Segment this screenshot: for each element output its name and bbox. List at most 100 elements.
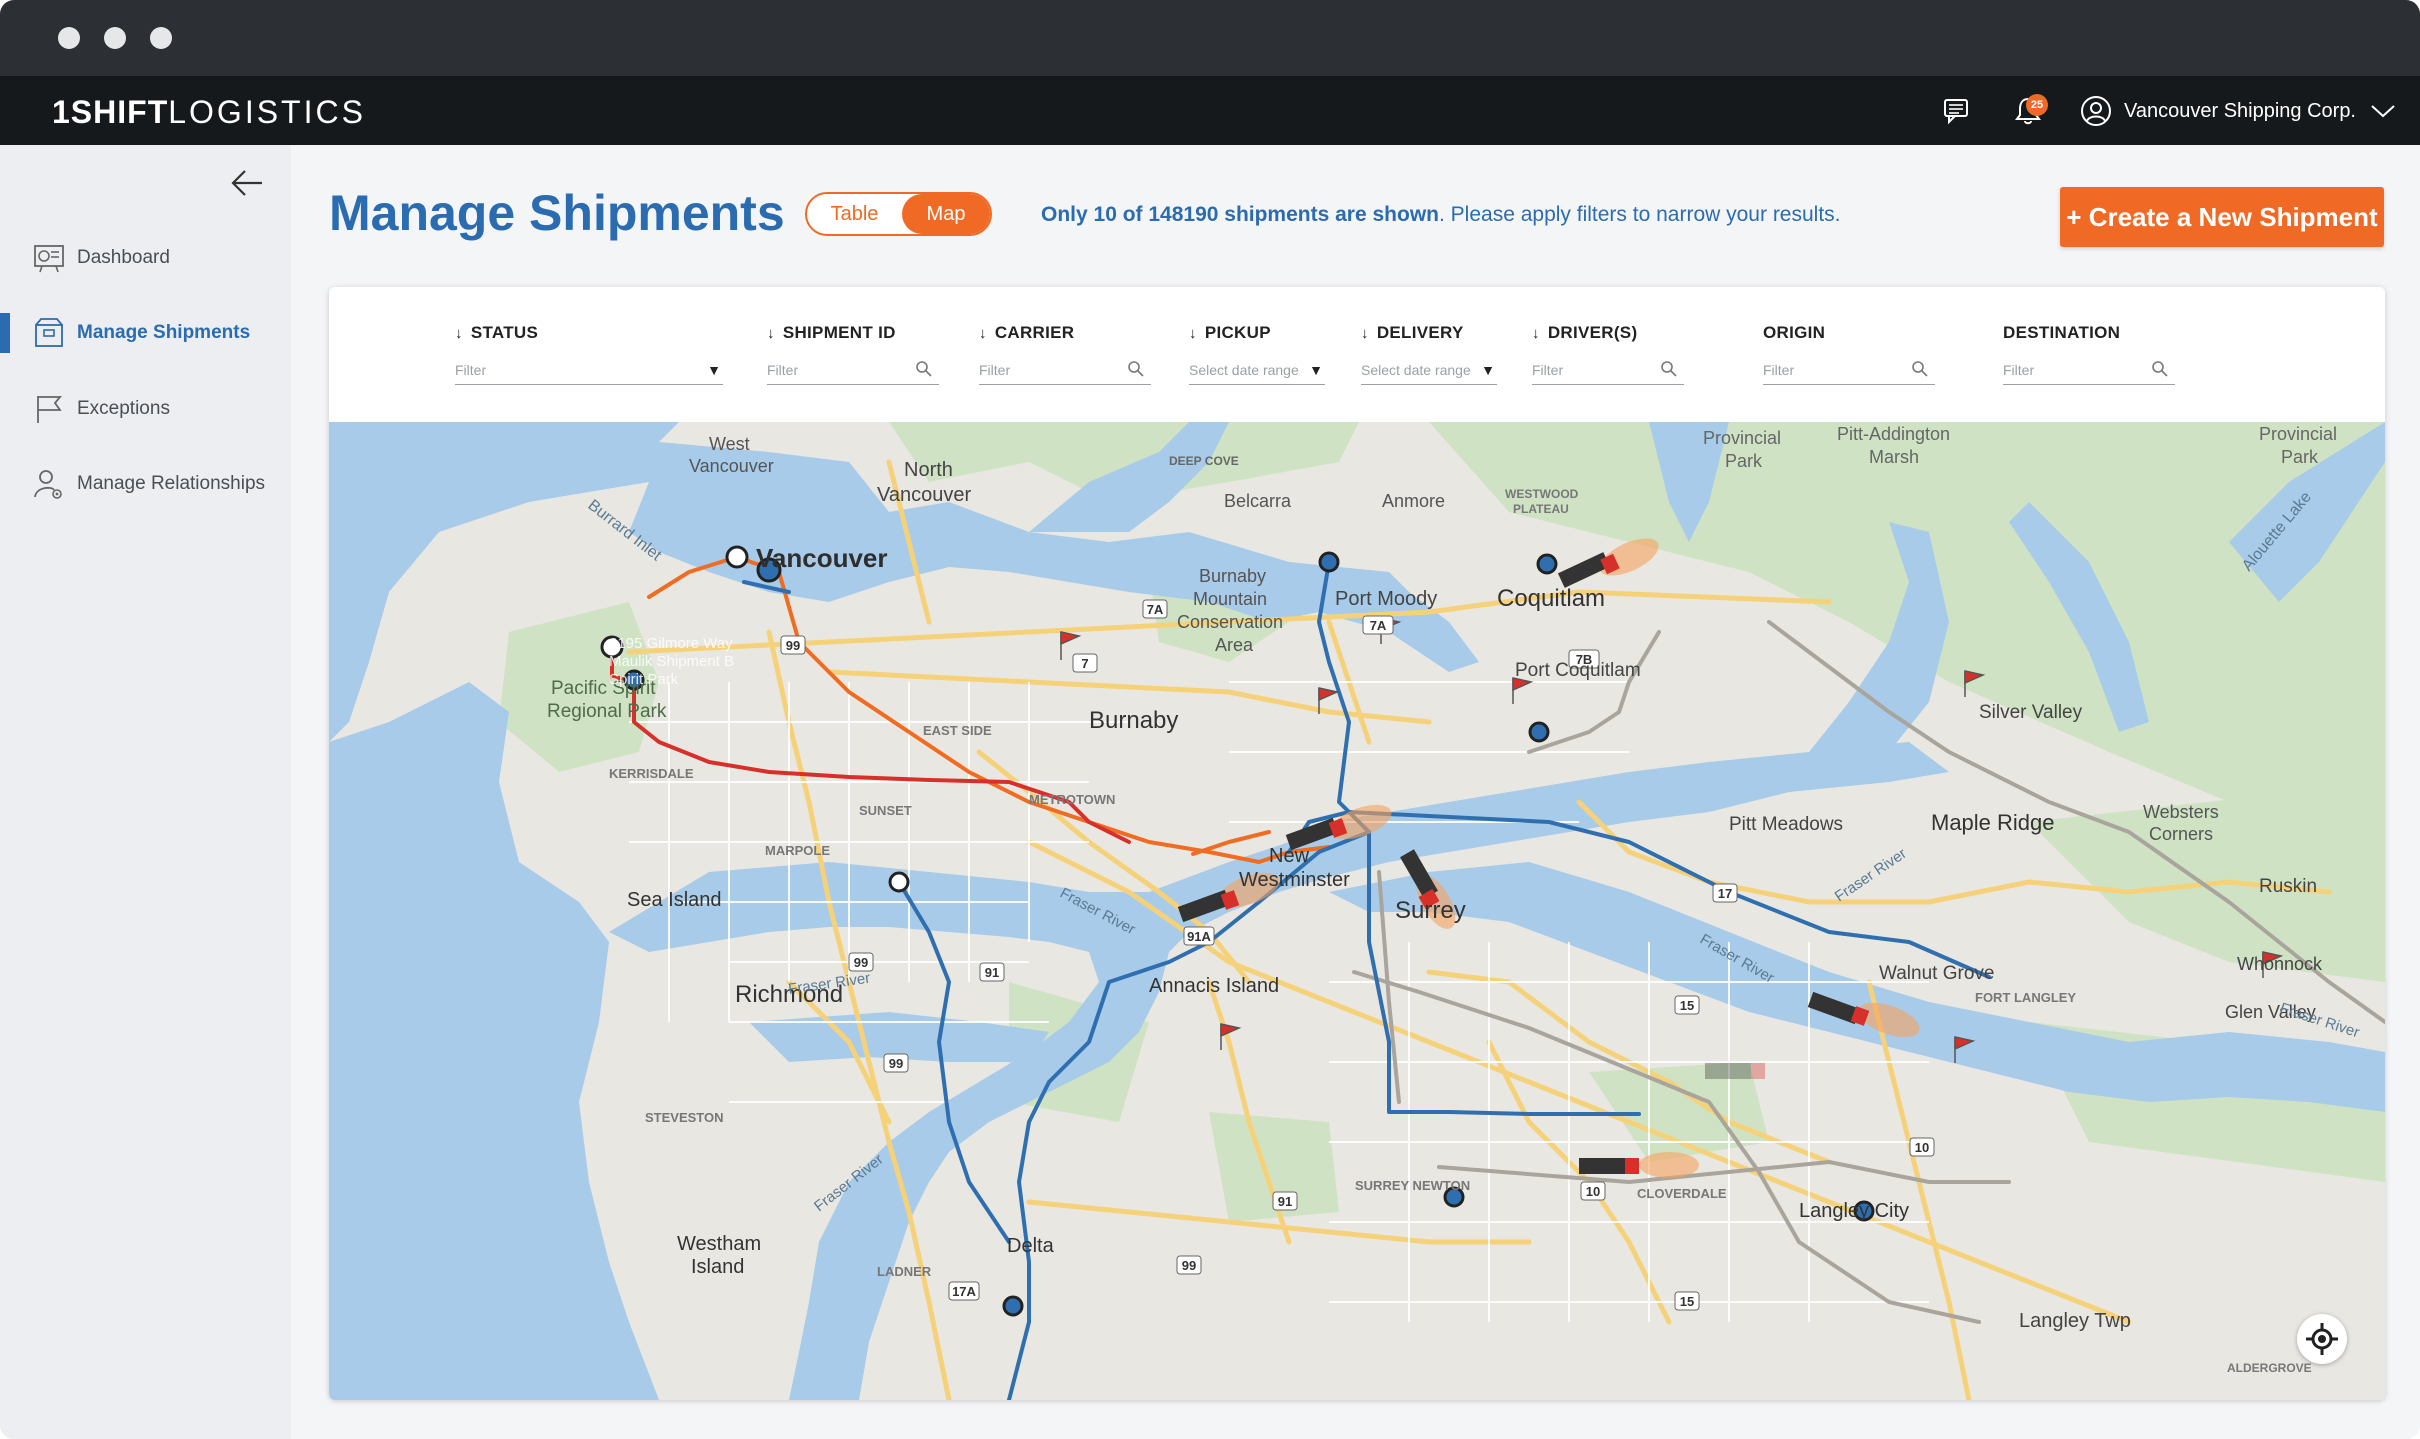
filter-destination: DESTINATION Filter	[2003, 323, 2175, 385]
sidebar-item-label: Exceptions	[77, 398, 170, 419]
label-langley-city: Langley City	[1799, 1200, 1909, 1222]
truck-marker-faded[interactable]	[1705, 1063, 1765, 1079]
search-icon	[2152, 361, 2168, 377]
label-sea-island: Sea Island	[627, 889, 722, 911]
app-logo[interactable]: 1SHIFTLOGISTICS	[52, 94, 366, 131]
status-filter-select[interactable]: Filter ▼	[455, 357, 723, 385]
highway-shield: 17	[1712, 883, 1738, 903]
chevron-down-icon[interactable]	[2370, 103, 2396, 119]
column-header-delivery[interactable]: ↓ DELIVERY	[1361, 323, 1464, 343]
highway-shield: 17A	[948, 1281, 980, 1301]
label-port-coquitlam: Port Coquitlam	[1515, 660, 1641, 681]
highway-shield: 91	[1272, 1191, 1298, 1211]
window-minimize-dot[interactable]	[104, 27, 126, 49]
svg-text:91: 91	[1278, 1194, 1292, 1209]
svg-text:99: 99	[889, 1056, 903, 1071]
label-west-vancouver-2: Vancouver	[689, 456, 774, 476]
window-close-dot[interactable]	[58, 27, 80, 49]
svg-text:7A: 7A	[1147, 602, 1164, 617]
label-port-moody: Port Moody	[1335, 588, 1437, 610]
label-marpole: MARPOLE	[765, 843, 830, 858]
sidebar-item-manage-relationships[interactable]: Manage Relationships	[0, 460, 291, 508]
app-window: 1SHIFTLOGISTICS Vancouver Shipping Corp.…	[0, 0, 2420, 1439]
highway-shield: 15	[1674, 1291, 1700, 1311]
notification-count-badge: 25	[2026, 94, 2048, 116]
column-header-status[interactable]: ↓ STATUS	[455, 323, 538, 343]
svg-text:99: 99	[854, 955, 868, 970]
account-name: Vancouver Shipping Corp.	[2124, 99, 2356, 122]
shipment-id-filter-input[interactable]: Filter	[767, 357, 939, 385]
column-header-destination[interactable]: DESTINATION	[2003, 323, 2120, 343]
pickup-date-range[interactable]: Select date range ▼	[1189, 357, 1325, 385]
highway-shield: 7	[1072, 653, 1098, 673]
destination-stop-marker[interactable]	[1318, 551, 1340, 573]
sidebar-item-exceptions[interactable]: Exceptions	[0, 385, 291, 433]
destination-filter-input[interactable]: Filter	[2003, 357, 2175, 385]
column-header-drivers[interactable]: ↓ DRIVER(S)	[1532, 323, 1637, 343]
highway-shield: 91	[979, 962, 1005, 982]
shipments-card: ↓ STATUS Filter ▼ ↓ SHIPMENT ID Filter ↓ CAR…	[329, 287, 2385, 1400]
results-notice-bold: Only 10 of 148190 shipments are shown	[1041, 203, 1439, 226]
label-maple-ridge: Maple Ridge	[1931, 810, 2055, 835]
page-title: Manage Shipments	[329, 185, 785, 241]
user-gear-icon	[34, 470, 62, 499]
origin-stop-marker[interactable]	[725, 545, 749, 569]
svg-text:99: 99	[786, 638, 800, 653]
column-header-pickup[interactable]: ↓ PICKUP	[1189, 323, 1271, 343]
map-canvas: 7A 7 99 91A 91 99 99 17A 99 91 10 15 15 …	[329, 422, 2385, 1400]
search-icon	[1128, 361, 1144, 377]
account-menu[interactable]: Vancouver Shipping Corp.	[2080, 93, 2408, 129]
locate-me-button[interactable]	[2297, 1314, 2347, 1364]
column-header-origin[interactable]: ORIGIN	[1763, 323, 1825, 343]
search-icon	[1912, 361, 1928, 377]
flag-icon	[37, 396, 62, 423]
svg-text:91: 91	[985, 965, 999, 980]
label-surrey-newton: SURREY NEWTON	[1355, 1178, 1470, 1193]
destination-stop-marker[interactable]	[1528, 721, 1550, 743]
filter-status: ↓ STATUS Filter ▼	[455, 323, 723, 385]
destination-stop-marker[interactable]	[1536, 553, 1558, 575]
label-burnaby: Burnaby	[1089, 707, 1178, 734]
carrier-filter-input[interactable]: Filter	[979, 357, 1151, 385]
shipments-map[interactable]: 7A 7 99 91A 91 99 99 17A 99 91 10 15 15 …	[329, 422, 2385, 1400]
sidebar-item-manage-shipments[interactable]: Manage Shipments	[0, 309, 291, 357]
toggle-table-option[interactable]: Table	[807, 194, 902, 234]
label-kerrisdale: KERRISDALE	[609, 766, 694, 781]
highway-shield: 10	[1909, 1137, 1935, 1157]
dashboard-icon	[34, 245, 64, 273]
svg-text:91A: 91A	[1187, 929, 1211, 944]
highway-shield: 7A	[1142, 599, 1168, 619]
label-langley-twp: Langley Twp	[2019, 1310, 2131, 1332]
destination-stop-marker[interactable]	[1002, 1295, 1024, 1317]
messages-icon[interactable]	[1937, 92, 1975, 130]
origin-stop-marker[interactable]	[888, 871, 910, 893]
collapse-sidebar-arrow-icon[interactable]	[230, 165, 266, 201]
label-silver-valley: Silver Valley	[1979, 702, 2083, 723]
view-toggle: Table Map	[805, 192, 992, 236]
window-maximize-dot[interactable]	[150, 27, 172, 49]
label-vancouver: Vancouver	[756, 543, 888, 573]
create-shipment-button[interactable]: + Create a New Shipment	[2060, 187, 2384, 247]
svg-text:15: 15	[1680, 1294, 1694, 1309]
label-annacis: Annacis Island	[1149, 975, 1279, 997]
active-indicator	[0, 313, 10, 353]
label-steveston: STEVESTON	[645, 1110, 724, 1125]
caret-down-icon: ▼	[707, 362, 721, 378]
filter-bar: ↓ STATUS Filter ▼ ↓ SHIPMENT ID Filter ↓ CAR…	[329, 287, 2385, 422]
highway-shield: 15	[1674, 995, 1700, 1015]
sidebar-item-dashboard[interactable]: Dashboard	[0, 234, 291, 282]
delivery-date-range[interactable]: Select date range ▼	[1361, 357, 1497, 385]
svg-text:15: 15	[1680, 998, 1694, 1013]
toggle-map-option[interactable]: Map	[902, 194, 990, 234]
filter-drivers: ↓ DRIVER(S) Filter	[1532, 323, 1684, 385]
label-belcarra: Belcarra	[1224, 491, 1292, 511]
highway-shield: 7A	[1362, 615, 1394, 635]
origin-filter-input[interactable]: Filter	[1763, 357, 1935, 385]
label-walnut-grove: Walnut Grove	[1879, 963, 1994, 984]
box-icon	[35, 318, 63, 347]
filter-shipment-id: ↓ SHIPMENT ID Filter	[767, 323, 939, 385]
filter-pickup: ↓ PICKUP Select date range ▼	[1189, 323, 1325, 385]
drivers-filter-input[interactable]: Filter	[1532, 357, 1684, 385]
column-header-carrier[interactable]: ↓ CARRIER	[979, 323, 1074, 343]
column-header-shipment-id[interactable]: ↓ SHIPMENT ID	[767, 323, 896, 343]
